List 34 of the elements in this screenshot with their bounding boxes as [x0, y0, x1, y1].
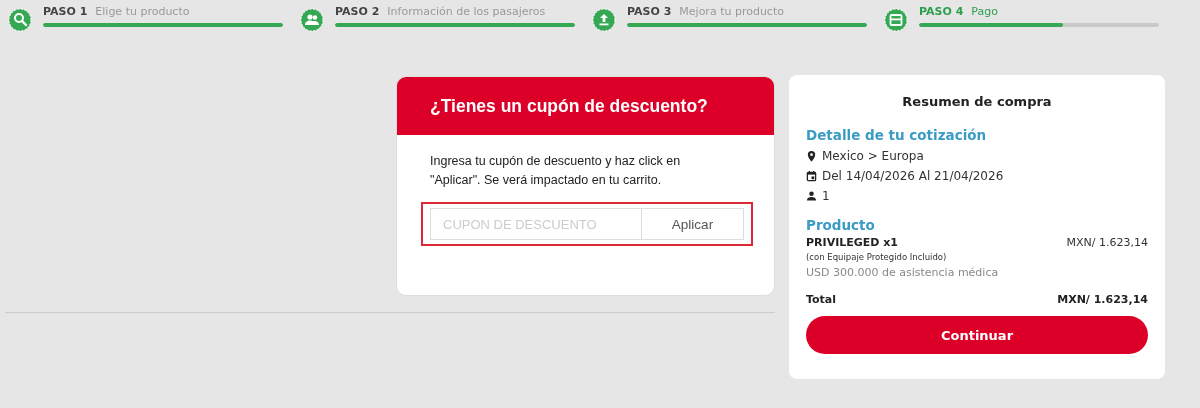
- product-price: MXN/ 1.623,14: [1066, 236, 1148, 249]
- product-name: PRIVILEGED x1: [806, 236, 898, 249]
- person-icon: [806, 190, 817, 202]
- coupon-title: ¿Tienes un cupón de descuento?: [430, 95, 708, 117]
- people-icon: [300, 8, 324, 32]
- detail-text: 1: [822, 189, 830, 203]
- step-tab[interactable]: PASO 3 Mejora tu producto: [592, 5, 874, 40]
- summary-title: Resumen de compra: [901, 93, 1053, 111]
- card-icon: [884, 8, 908, 32]
- step-number: PASO 1: [43, 5, 88, 18]
- section-heading: Producto: [806, 217, 876, 233]
- step-label: Elige tu producto: [95, 5, 190, 18]
- step-number: PASO 4: [919, 5, 964, 18]
- step-label: Información de los pasajeros: [387, 5, 546, 18]
- detail-text: Mexico > Europa: [822, 149, 924, 163]
- upload-icon: [592, 8, 616, 32]
- section-heading: Detalle de tu cotización: [806, 127, 988, 143]
- step-label: Pago: [971, 5, 998, 18]
- apply-button[interactable]: Aplicar: [641, 208, 744, 240]
- step-number: PASO 3: [627, 5, 672, 18]
- step-number: PASO 2: [335, 5, 380, 18]
- continue-button[interactable]: Continuar: [806, 316, 1148, 354]
- location-pin-icon: [806, 150, 817, 162]
- product-coverage: USD 300.000 de asistencia médica: [806, 266, 1000, 279]
- search-icon: [8, 8, 32, 32]
- calendar-icon: [806, 170, 817, 182]
- total-label: Total: [806, 293, 837, 306]
- step-tab[interactable]: PASO 2 Información de los pasajeros: [300, 5, 582, 40]
- detail-text: Del 14/04/2026 Al 21/04/2026: [822, 169, 1004, 183]
- coupon-instructions: Ingresa tu cupón de descuento y haz click en "Aplicar". Se verá impactado en tu carrito.: [430, 153, 682, 189]
- step-tab[interactable]: PASO 1 Elige tu producto: [8, 5, 290, 40]
- product-note: (con Equipaje Protegido Incluido): [806, 252, 948, 262]
- step-label: Mejora tu producto: [679, 5, 784, 18]
- total-amount: MXN/ 1.623,14: [1057, 293, 1148, 306]
